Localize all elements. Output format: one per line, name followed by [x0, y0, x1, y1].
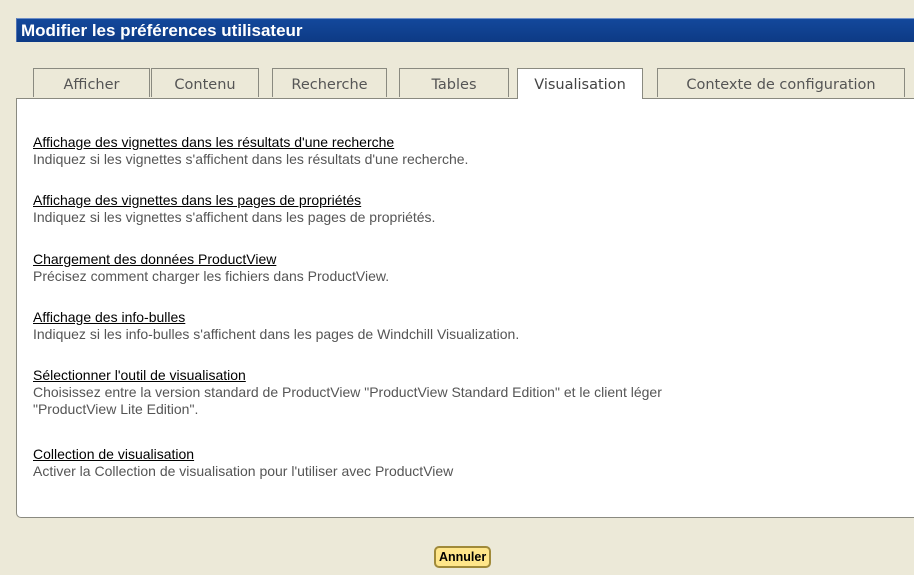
- preference-description: Indiquez si les info-bulles s'affichent …: [33, 326, 520, 342]
- preference-item: Collection de visualisation Activer la C…: [33, 446, 893, 480]
- preference-description: Précisez comment charger les fichiers da…: [33, 268, 390, 284]
- cancel-button[interactable]: Annuler: [434, 546, 492, 568]
- preference-item: Affichage des vignettes dans les pages d…: [33, 192, 893, 226]
- preference-item: Sélectionner l'outil de visualisation Ch…: [33, 367, 893, 418]
- tab-tables[interactable]: Tables: [399, 68, 509, 97]
- preference-description: Activer la Collection de visualisation p…: [33, 463, 454, 479]
- preference-link-collection-visualisation[interactable]: Collection de visualisation: [33, 446, 893, 463]
- tab-recherche[interactable]: Recherche: [272, 68, 387, 97]
- preference-link-vignettes-proprietes[interactable]: Affichage des vignettes dans les pages d…: [33, 192, 893, 209]
- tab-bar: Afficher Contenu Recherche Tables Visual…: [16, 68, 914, 99]
- preference-link-vignettes-recherche[interactable]: Affichage des vignettes dans les résulta…: [33, 134, 893, 151]
- tab-contenu[interactable]: Contenu: [151, 68, 259, 97]
- preferences-panel: Affichage des vignettes dans les résulta…: [16, 98, 914, 518]
- preference-link-info-bulles[interactable]: Affichage des info-bulles: [33, 309, 893, 326]
- preference-link-chargement-productview[interactable]: Chargement des données ProductView: [33, 251, 893, 268]
- preference-link-outil-visualisation[interactable]: Sélectionner l'outil de visualisation: [33, 367, 893, 384]
- preference-item: Chargement des données ProductView Préci…: [33, 251, 893, 285]
- tab-afficher[interactable]: Afficher: [33, 68, 150, 97]
- preference-description: "ProductView Lite Edition".: [33, 401, 199, 417]
- tab-visualisation[interactable]: Visualisation: [517, 68, 643, 99]
- preference-item: Affichage des info-bulles Indiquez si le…: [33, 309, 893, 343]
- preference-description: Choisissez entre la version standard de …: [33, 384, 662, 400]
- tab-contexte-de-configuration[interactable]: Contexte de configuration: [657, 68, 905, 97]
- page-title: Modifier les préférences utilisateur: [16, 18, 914, 42]
- preference-item: Affichage des vignettes dans les résulta…: [33, 134, 893, 168]
- preference-description: Indiquez si les vignettes s'affichent da…: [33, 151, 469, 167]
- preference-description: Indiquez si les vignettes s'affichent da…: [33, 209, 436, 225]
